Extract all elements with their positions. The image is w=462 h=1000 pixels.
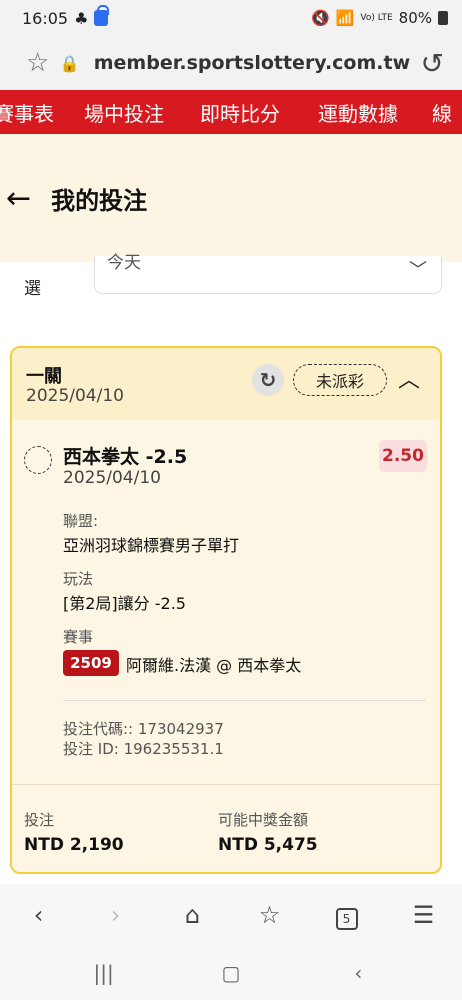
date-filter-select[interactable]: 今天 ﹀ xyxy=(94,253,442,294)
refresh-icon[interactable]: ↻ xyxy=(252,364,284,396)
league-value: 亞洲羽球錦標賽男子單打 xyxy=(63,536,240,555)
market-value: [第2局]讓分 -2.5 xyxy=(63,594,186,613)
nav-item-live-score[interactable]: 即時比分 xyxy=(200,98,280,127)
date-filter: 選 今天 ﹀ xyxy=(0,253,462,332)
battery-icon xyxy=(438,11,448,25)
system-nav: ||| ▢ ‹ xyxy=(0,946,462,1000)
home-icon[interactable]: ⌂ xyxy=(168,901,218,929)
event-number-badge: 2509 xyxy=(63,650,119,676)
payout-label: 可能中獎金額 xyxy=(218,811,309,829)
selection-status-icon xyxy=(24,446,52,474)
filter-value: 今天 xyxy=(107,253,141,273)
back-arrow-icon[interactable]: ← xyxy=(6,181,31,216)
page-title: 我的投注 xyxy=(51,186,148,215)
mute-icon: 🔇 xyxy=(310,9,330,27)
notification-icon: ♣ xyxy=(74,8,89,28)
bet-type: 一關 xyxy=(26,366,62,387)
nav-item-live-betting[interactable]: 場中投注 xyxy=(84,98,164,127)
bet-selection: 西本拳太 -2.5 2025/04/10 2.50 聯盟: 亞洲羽球錦標賽男子單… xyxy=(12,420,440,784)
stake-label: 投注 xyxy=(24,811,55,829)
menu-icon[interactable]: ☰ xyxy=(399,901,449,929)
selection-date: 2025/04/10 xyxy=(63,468,161,488)
nav-item-sports-data[interactable]: 運動數據 xyxy=(318,98,398,127)
forward-icon[interactable]: › xyxy=(91,901,141,929)
signal-label: Vo) LTE xyxy=(360,13,393,23)
recent-apps-icon[interactable]: ||| xyxy=(74,961,134,985)
bet-summary: 投注 NTD 2,190 可能中獎金額 NTD 5,475 xyxy=(12,784,440,872)
bet-card-header[interactable]: 一關 2025/04/10 ↻ 未派彩 ︿ xyxy=(12,348,440,420)
bet-card: 一關 2025/04/10 ↻ 未派彩 ︿ 西本拳太 -2.5 2025/04/… xyxy=(10,346,442,874)
status-badge: 未派彩 xyxy=(293,364,387,396)
wifi-icon: 📶 xyxy=(335,9,355,27)
stake-value: NTD 2,190 xyxy=(24,835,124,855)
battery-level: 80% xyxy=(398,9,432,27)
system-back-icon[interactable]: ‹ xyxy=(328,961,388,985)
bookmarks-icon[interactable]: ☆ xyxy=(245,901,295,929)
bet-id: 投注 ID: 196235531.1 xyxy=(63,740,224,758)
chevron-down-icon: ﹀ xyxy=(409,260,427,281)
event-name: 阿爾維.法漢 @ 西本拳太 xyxy=(126,656,302,675)
lock-icon[interactable]: 🔒 xyxy=(60,54,94,73)
browser-toolbar: ‹ › ⌂ ☆ 5 ☰ xyxy=(0,884,462,946)
selection-name: 西本拳太 -2.5 xyxy=(63,446,188,468)
back-icon[interactable]: ‹ xyxy=(14,901,64,929)
market-label: 玩法 xyxy=(63,570,94,588)
chevron-up-icon[interactable]: ︿ xyxy=(398,362,420,394)
status-bar: 16:05 ♣ 🔇 📶 Vo) LTE 80% xyxy=(0,0,462,36)
status-time: 16:05 xyxy=(22,8,69,28)
status-left: 16:05 ♣ xyxy=(22,5,110,28)
page-header: ← 我的投注 xyxy=(0,134,462,262)
filter-label: 選 xyxy=(24,279,41,299)
nav-item-more[interactable]: 線 xyxy=(432,98,452,127)
odds-badge: 2.50 xyxy=(379,440,427,472)
event-label: 賽事 xyxy=(63,628,94,646)
browser-url-bar: ☆ 🔒 member.sportslottery.com.tw ↺ xyxy=(0,36,462,90)
bet-code: 投注代碼:: 173042937 xyxy=(63,720,224,738)
tabs-icon[interactable]: 5 xyxy=(322,901,372,930)
tabs-count: 5 xyxy=(335,907,358,930)
league-label: 聯盟: xyxy=(63,512,99,530)
nav-item-schedule[interactable]: 賽事表 xyxy=(0,98,54,127)
status-right: 🔇 📶 Vo) LTE 80% xyxy=(311,9,448,27)
payout-value: NTD 5,475 xyxy=(218,835,318,855)
reload-icon[interactable]: ↺ xyxy=(410,47,444,80)
divider xyxy=(63,700,426,701)
top-nav: 賽事表 場中投注 即時比分 運動數據 線 xyxy=(0,90,462,134)
bet-date: 2025/04/10 xyxy=(26,386,124,406)
url-text[interactable]: member.sportslottery.com.tw xyxy=(94,52,410,74)
bookmark-star-icon[interactable]: ☆ xyxy=(26,48,60,78)
vpn-lock-icon xyxy=(94,5,110,26)
home-button-icon[interactable]: ▢ xyxy=(201,961,261,985)
